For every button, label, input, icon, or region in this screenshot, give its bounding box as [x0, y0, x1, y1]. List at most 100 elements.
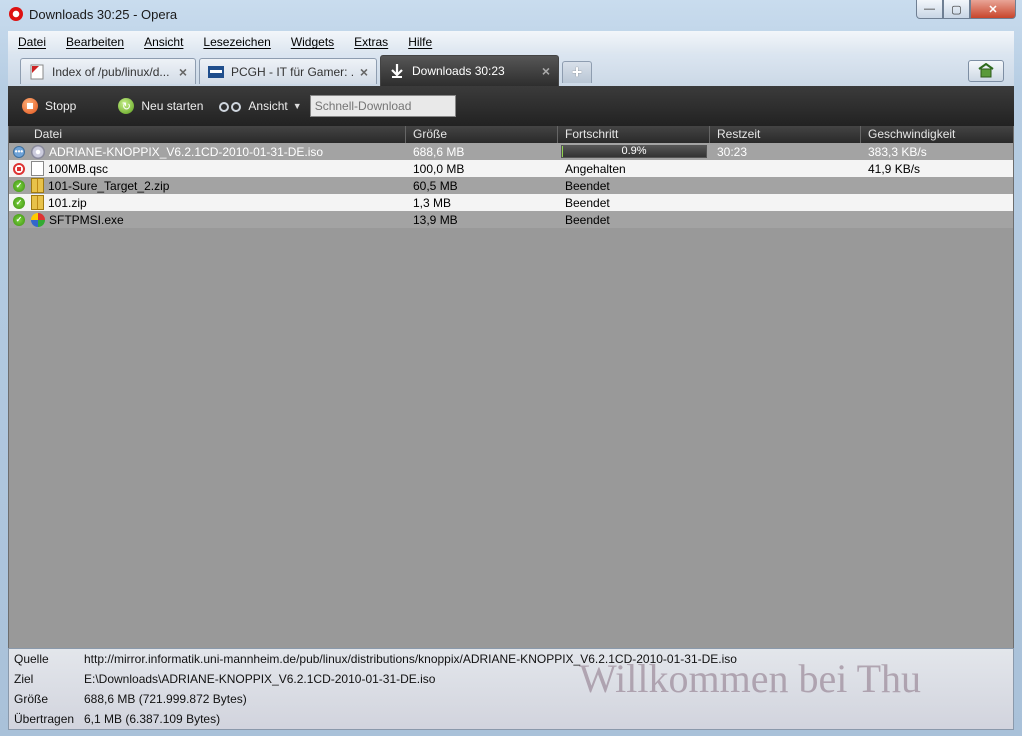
progress-bar: 0.9%	[561, 145, 707, 158]
chevron-down-icon: ▼	[292, 101, 302, 111]
progress-status: Angehalten	[565, 161, 626, 176]
detail-source: Quelle http://mirror.informatik.uni-mann…	[14, 652, 737, 670]
restart-button[interactable]: ↻ Neu starten	[118, 98, 203, 114]
status-done-icon: ✓	[13, 196, 25, 209]
view-label: Ansicht	[248, 99, 288, 113]
detail-transferred: Übertragen 6,1 MB (6.387.109 Bytes)	[14, 712, 221, 729]
file-name: SFTPMSI.exe	[49, 212, 124, 227]
menu-bar: Datei Bearbeiten Ansicht Lesezeichen Wid…	[8, 31, 1014, 53]
title-bar[interactable]: Downloads 30:25 - Opera — ▢ ✕	[0, 0, 1022, 28]
file-name: 100MB.qsc	[48, 161, 109, 176]
opera-logo-icon[interactable]	[9, 7, 23, 21]
file-size: 13,9 MB	[413, 212, 458, 227]
menu-bearbeiten[interactable]: Bearbeiten	[56, 31, 134, 53]
column-speed[interactable]: Geschwindigkeit	[861, 126, 1013, 143]
tab-label: PCGH - IT für Gamer: ...	[231, 64, 354, 79]
file-icon	[31, 161, 44, 176]
restart-icon: ↻	[118, 98, 135, 114]
pdf-page-icon	[30, 64, 44, 79]
installer-icon	[31, 212, 45, 227]
menu-extras[interactable]: Extras	[344, 31, 398, 53]
download-arrow-icon	[391, 64, 403, 78]
download-speed: 383,3 KB/s	[868, 144, 927, 159]
menu-widgets[interactable]: Widgets	[281, 31, 344, 53]
table-row[interactable]: ✓ 101-Sure_Target_2.zip 60,5 MB Beendet	[9, 177, 1013, 194]
column-size[interactable]: Größe	[406, 126, 558, 143]
detail-label: Ziel	[14, 672, 34, 686]
menu-datei[interactable]: Datei	[8, 31, 56, 53]
table-row[interactable]: 100MB.qsc 100,0 MB Angehalten 41,9 KB/s	[9, 160, 1013, 177]
plus-icon: +	[571, 62, 583, 82]
menu-hilfe[interactable]: Hilfe	[398, 31, 442, 53]
tab-index-of[interactable]: Index of /pub/linux/d... ×	[20, 58, 196, 84]
opera-window: Downloads 30:25 - Opera — ▢ ✕ Datei Bear…	[0, 0, 1022, 736]
trash-button[interactable]	[968, 60, 1004, 82]
stop-label: Stopp	[45, 99, 77, 113]
tab-label: Downloads 30:23	[412, 64, 505, 78]
trash-icon	[978, 63, 994, 78]
tab-bar: Index of /pub/linux/d... × PCGH - IT für…	[8, 53, 1014, 86]
file-size: 60,5 MB	[413, 178, 458, 193]
menu-ansicht[interactable]: Ansicht	[134, 31, 193, 53]
file-size: 100,0 MB	[413, 161, 465, 176]
detail-value[interactable]: http://mirror.informatik.uni-mannheim.de…	[84, 652, 737, 670]
download-speed: 41,9 KB/s	[868, 161, 921, 176]
column-remaining[interactable]: Restzeit	[710, 126, 861, 143]
tab-close-icon[interactable]: ×	[360, 64, 368, 80]
detail-value: 688,6 MB (721.999.872 Bytes)	[84, 692, 247, 706]
tab-pcgh[interactable]: PCGH - IT für Gamer: ... ×	[199, 58, 377, 84]
status-active-icon: •••	[13, 145, 25, 158]
minimize-icon: —	[924, 3, 935, 15]
stop-button[interactable]: Stopp	[22, 98, 76, 114]
pcgh-favicon	[208, 65, 224, 78]
close-icon: ✕	[988, 3, 998, 16]
restart-label: Neu starten	[141, 99, 204, 113]
downloads-list: Datei Größe Fortschritt Restzeit Geschwi…	[8, 126, 1014, 648]
disc-image-icon	[31, 144, 45, 159]
detail-label: Quelle	[14, 652, 49, 666]
file-name: 101-Sure_Target_2.zip	[48, 178, 170, 193]
detail-value[interactable]: E:\Downloads\ADRIANE-KNOPPIX_V6.2.1CD-20…	[84, 672, 435, 690]
file-name: 101.zip	[48, 195, 87, 210]
detail-label: Größe	[14, 692, 49, 706]
close-button[interactable]: ✕	[970, 0, 1016, 19]
file-name: ADRIANE-KNOPPIX_V6.2.1CD-2010-01-31-DE.i…	[49, 144, 324, 159]
tab-close-icon[interactable]: ×	[179, 64, 187, 80]
menu-lesezeichen[interactable]: Lesezeichen	[193, 31, 280, 53]
progress-status: Beendet	[565, 195, 610, 210]
window-title: Downloads 30:25 - Opera	[29, 7, 178, 22]
progress-status: Beendet	[565, 178, 610, 193]
detail-target: Ziel E:\Downloads\ADRIANE-KNOPPIX_V6.2.1…	[14, 672, 435, 690]
download-details-panel: Willkommen bei Thu Quelle http://mirror.…	[8, 648, 1014, 730]
window-controls: — ▢ ✕	[916, 0, 1016, 19]
minimize-button[interactable]: —	[916, 0, 943, 19]
file-size: 1,3 MB	[413, 195, 452, 210]
remaining-time: 30:23	[717, 144, 748, 159]
detail-label: Übertragen	[14, 712, 75, 726]
detail-size: Größe 688,6 MB (721.999.872 Bytes)	[14, 692, 247, 710]
tab-close-icon[interactable]: ×	[542, 63, 550, 79]
table-row[interactable]: ••• ADRIANE-KNOPPIX_V6.2.1CD-2010-01-31-…	[9, 143, 1013, 160]
zip-archive-icon	[31, 195, 44, 210]
view-dropdown[interactable]: Ansicht ▼	[219, 99, 302, 113]
column-progress[interactable]: Fortschritt	[558, 126, 710, 143]
zip-archive-icon	[31, 178, 44, 193]
tab-downloads[interactable]: Downloads 30:23 ×	[380, 55, 559, 86]
download-toolbar: Stopp ↻ Neu starten Ansicht ▼	[8, 86, 1014, 126]
status-done-icon: ✓	[13, 179, 25, 192]
tab-label: Index of /pub/linux/d...	[52, 64, 170, 79]
progress-text: 0.9%	[621, 145, 647, 157]
list-header: Datei Größe Fortschritt Restzeit Geschwi…	[9, 126, 1013, 143]
stop-icon	[22, 98, 38, 114]
new-tab-button[interactable]: +	[562, 61, 592, 83]
table-row[interactable]: ✓ SFTPMSI.exe 13,9 MB Beendet	[9, 211, 1013, 228]
file-size: 688,6 MB	[413, 144, 465, 159]
status-stopped-icon	[13, 162, 25, 175]
maximize-button[interactable]: ▢	[943, 0, 970, 19]
status-done-icon: ✓	[13, 213, 25, 226]
detail-value: 6,1 MB (6.387.109 Bytes)	[84, 712, 221, 726]
column-name[interactable]: Datei	[9, 126, 406, 143]
table-row[interactable]: ✓ 101.zip 1,3 MB Beendet	[9, 194, 1013, 211]
binoculars-icon	[219, 99, 242, 113]
quick-download-input[interactable]	[309, 95, 456, 117]
